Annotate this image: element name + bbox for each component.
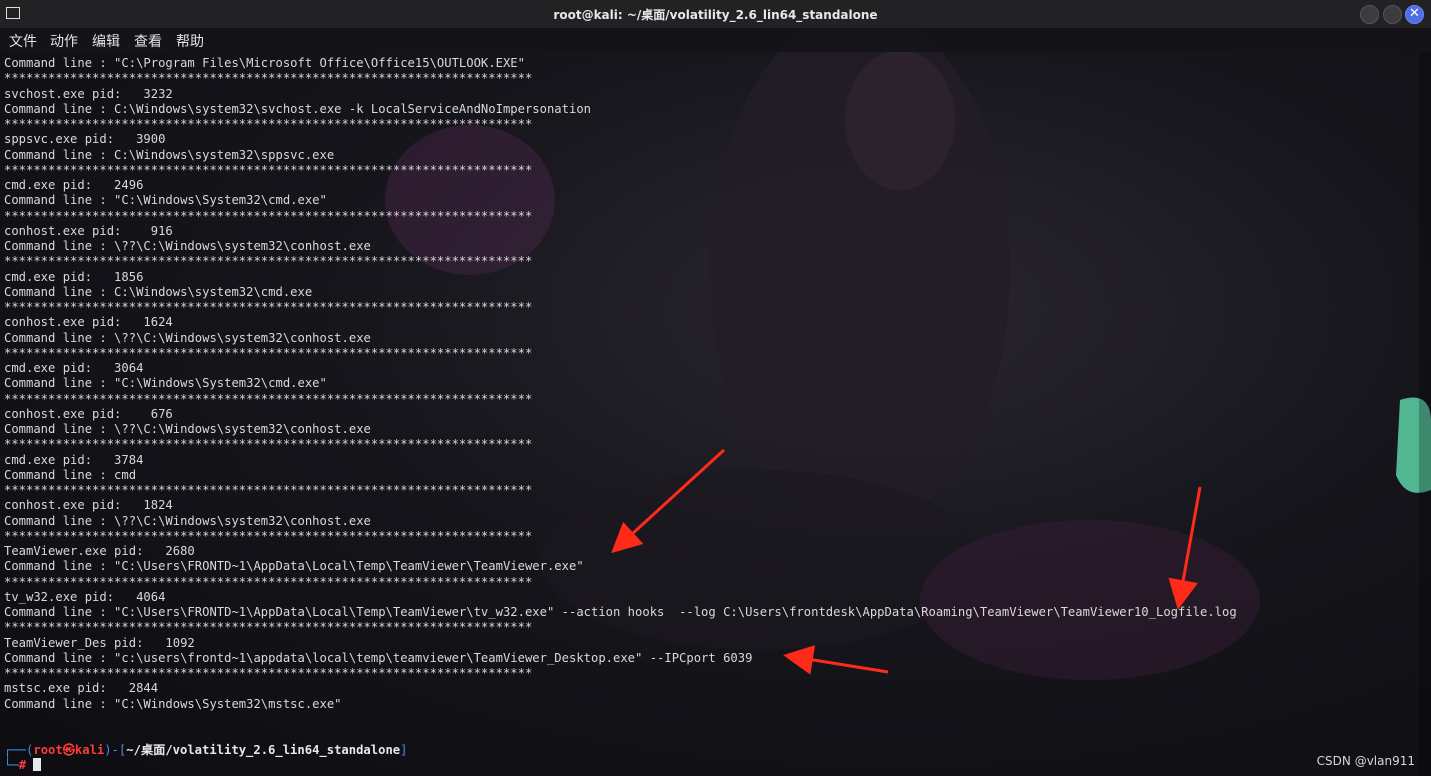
- arrow-logfile: [1168, 486, 1202, 610]
- annotation-arrows: [611, 448, 1202, 675]
- arrow-ipcport: [783, 645, 889, 675]
- arrow-teamviewer: [611, 448, 726, 554]
- csdn-watermark: CSDN @vlan911: [1316, 754, 1415, 768]
